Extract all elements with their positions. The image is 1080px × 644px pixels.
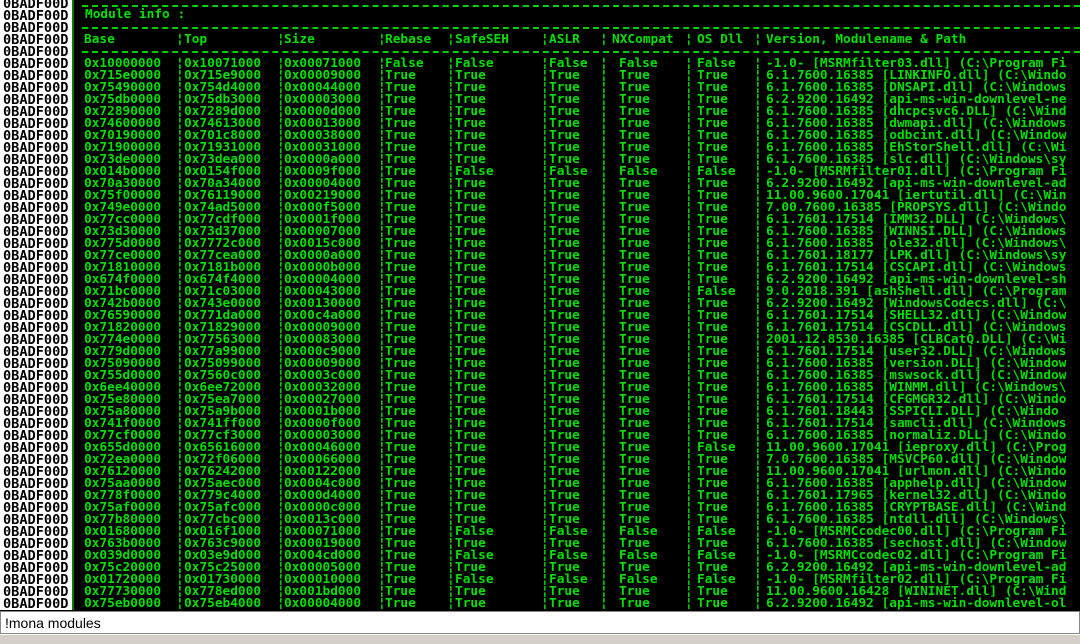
column-separator: ¦ xyxy=(541,596,549,610)
command-bar[interactable] xyxy=(0,611,1080,634)
cell-safeseh: True xyxy=(455,596,486,610)
log-window[interactable]: Module info : Base ¦ Top ¦ Size ¦ Rebase ¦ SafeS… xyxy=(76,0,1080,610)
cell-size: 0x00004000 xyxy=(284,596,362,610)
cell-base: 0x75eb0000 xyxy=(84,596,162,610)
header-safeseh: SafeSEH xyxy=(455,32,509,47)
table-row: 0x75eb0000 ¦ 0x75eb4000 ¦ 0x00004000 ¦ True ¦ Tr… xyxy=(76,596,1080,610)
header-nxcompat: NXCompat xyxy=(612,32,674,47)
header-top: Top xyxy=(184,32,208,47)
cell-os-dll: True xyxy=(697,596,728,610)
table-header: Base ¦ Top ¦ Size ¦ Rebase ¦ SafeSEH ¦ ASLR ¦ NXComp… xyxy=(76,32,1080,47)
column-separator: ¦ xyxy=(176,32,184,47)
column-separator: ¦ xyxy=(447,32,455,47)
column-separator: ¦ xyxy=(447,596,455,610)
cell-aslr: True xyxy=(549,596,580,610)
command-input[interactable] xyxy=(5,615,1005,631)
column-separator: ¦ xyxy=(754,32,762,47)
header-os-dll: OS Dll xyxy=(697,32,744,47)
divider xyxy=(82,51,1080,53)
column-separator: ¦ xyxy=(541,32,549,47)
gutter-address: 0BADF00D xyxy=(3,596,69,610)
module-info-title: Module info : xyxy=(85,7,186,22)
header-size: Size xyxy=(284,32,315,47)
divider xyxy=(82,5,1080,7)
header-rebase: Rebase xyxy=(385,32,432,47)
divider xyxy=(82,27,1080,29)
cell-version-path: 6.2.9200.16492 [api-ms-win-downlevel-ol xyxy=(766,596,1067,610)
address-gutter: 0BADF00D 0BADF00D 0BADF00D 0BADF00D 0BADF00D… xyxy=(0,0,74,610)
cell-rebase: True xyxy=(385,596,416,610)
column-separator: ¦ xyxy=(685,596,693,610)
cell-nxcompat: True xyxy=(619,596,650,610)
header-version-path: Version, Modulename & Path xyxy=(766,32,967,47)
column-separator: ¦ xyxy=(754,596,762,610)
column-separator: ¦ xyxy=(685,32,693,47)
column-separator: ¦ xyxy=(600,596,608,610)
column-separator: ¦ xyxy=(176,596,184,610)
column-separator: ¦ xyxy=(600,32,608,47)
header-base: Base xyxy=(84,32,115,47)
cell-top: 0x75eb4000 xyxy=(184,596,262,610)
header-aslr: ASLR xyxy=(549,32,580,47)
